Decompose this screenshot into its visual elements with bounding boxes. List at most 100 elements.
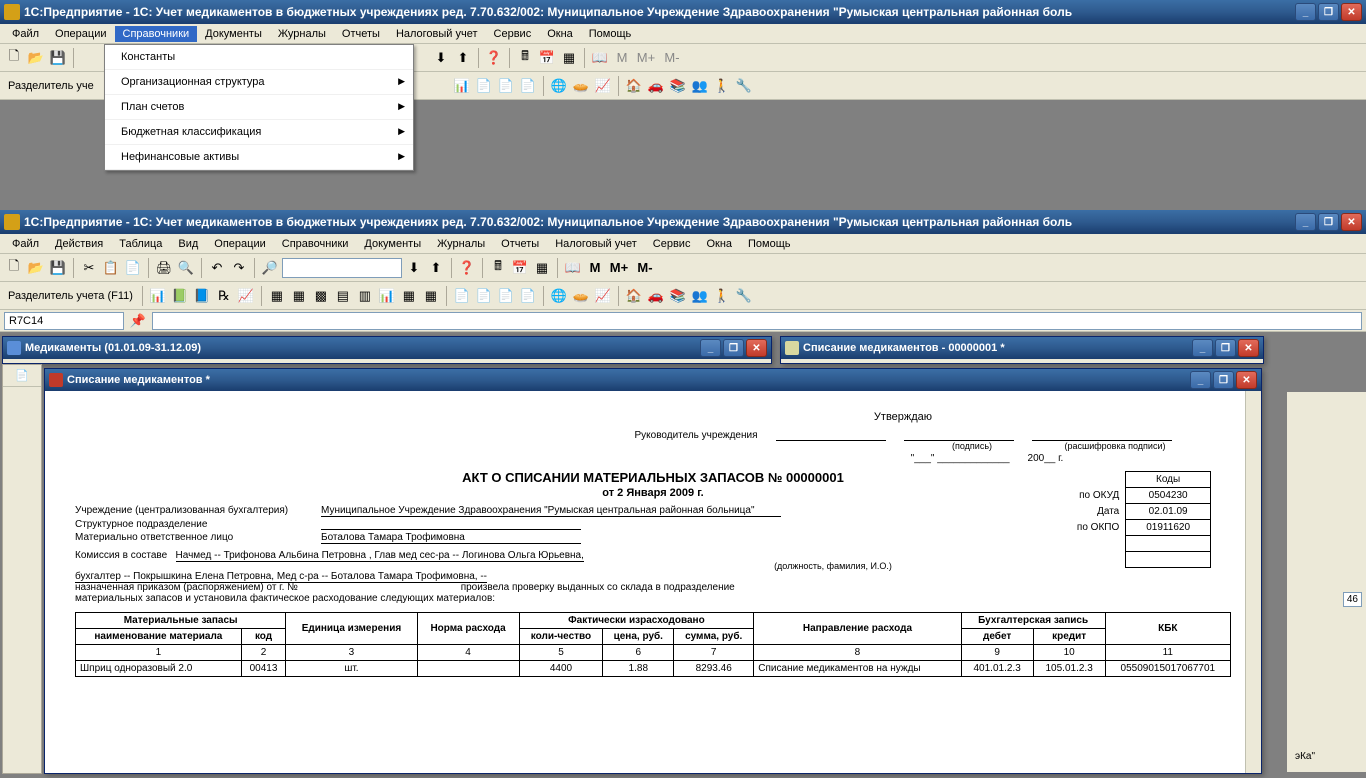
car-icon[interactable]: 🚗 <box>646 76 666 96</box>
mplus-button[interactable]: М+ <box>607 258 631 278</box>
tb-icon[interactable]: 📗 <box>170 286 190 306</box>
menu-journals[interactable]: Журналы <box>429 236 493 252</box>
tb-icon[interactable]: ▩ <box>311 286 331 306</box>
maximize-button[interactable]: ❐ <box>1215 339 1236 357</box>
tool-icon[interactable]: 🔧 <box>734 286 754 306</box>
arrow-up-icon[interactable]: ⬆ <box>453 48 473 68</box>
menu-spravochniki[interactable]: Справочники <box>115 26 198 42</box>
globe-icon[interactable]: 🌐 <box>549 286 569 306</box>
dropdown-orgstruct[interactable]: Организационная структура <box>105 70 413 95</box>
new-icon[interactable]: 🗋 <box>4 48 24 68</box>
cell-ref-input[interactable] <box>4 312 124 330</box>
tb-icon[interactable]: 📄 <box>496 76 516 96</box>
tb-icon[interactable]: 📄 <box>496 286 516 306</box>
scrollbar[interactable] <box>1245 391 1261 773</box>
menu-windows[interactable]: Окна <box>698 236 740 252</box>
maximize-button[interactable]: ❐ <box>1213 371 1234 389</box>
car-icon[interactable]: 🚗 <box>646 286 666 306</box>
help-icon[interactable]: ❓ <box>457 258 477 278</box>
tb-icon[interactable]: 📊 <box>377 286 397 306</box>
tb-icon[interactable]: 📄 <box>518 76 538 96</box>
tb-icon[interactable]: 📘 <box>192 286 212 306</box>
book-icon[interactable]: 📖 <box>590 48 610 68</box>
pie-icon[interactable]: 🥧 <box>571 286 591 306</box>
tb-icon[interactable]: ▤ <box>333 286 353 306</box>
globe-icon[interactable]: 🌐 <box>549 76 569 96</box>
dropdown-budget[interactable]: Бюджетная классификация <box>105 120 413 145</box>
people-icon[interactable]: 👥 <box>690 286 710 306</box>
calc-icon[interactable]: 🖩 <box>515 48 535 68</box>
menu-view[interactable]: Вид <box>170 236 206 252</box>
maximize-button[interactable]: ❐ <box>1318 213 1339 231</box>
tb-icon[interactable]: ℞ <box>214 286 234 306</box>
copy-icon[interactable]: 📋 <box>101 258 121 278</box>
calendar-icon[interactable]: 📅 <box>537 48 557 68</box>
m-button[interactable]: М <box>612 48 632 68</box>
pie-icon[interactable]: 🥧 <box>571 76 591 96</box>
open-icon[interactable]: 📂 <box>26 258 46 278</box>
menu-reports[interactable]: Отчеты <box>493 236 547 252</box>
house-icon[interactable]: 🏠 <box>624 76 644 96</box>
dropdown-constants[interactable]: Константы <box>105 45 413 70</box>
close-button[interactable]: ✕ <box>1238 339 1259 357</box>
tool-icon[interactable]: 🔧 <box>734 76 754 96</box>
preview-icon[interactable]: 🔍 <box>176 258 196 278</box>
calendar-icon[interactable]: 📅 <box>510 258 530 278</box>
menu-table[interactable]: Таблица <box>111 236 170 252</box>
tb-icon[interactable]: 📄 <box>518 286 538 306</box>
chart-icon[interactable]: 📈 <box>593 76 613 96</box>
dropdown-plan[interactable]: План счетов <box>105 95 413 120</box>
maximize-button[interactable]: ❐ <box>723 339 744 357</box>
menu-operations[interactable]: Операции <box>206 236 273 252</box>
menu-spravochniki[interactable]: Справочники <box>274 236 357 252</box>
book-icon[interactable]: 📖 <box>563 258 583 278</box>
menu-help[interactable]: Помощь <box>740 236 799 252</box>
tb-icon[interactable]: 📄 <box>474 76 494 96</box>
menu-windows[interactable]: Окна <box>539 26 581 42</box>
menu-documents[interactable]: Документы <box>356 236 429 252</box>
tb-icon[interactable]: 📈 <box>236 286 256 306</box>
strip-icon[interactable]: 📄 <box>3 365 41 387</box>
dropdown-nonfin[interactable]: Нефинансовые активы <box>105 145 413 170</box>
tb-icon[interactable]: 📄 <box>474 286 494 306</box>
close-button[interactable]: ✕ <box>1341 213 1362 231</box>
open-icon[interactable]: 📂 <box>26 48 46 68</box>
grid-icon[interactable]: ▦ <box>559 48 579 68</box>
person-icon[interactable]: 🚶 <box>712 286 732 306</box>
tb-icon[interactable]: ▦ <box>267 286 287 306</box>
mminus-button[interactable]: М- <box>660 48 684 68</box>
arrow-down-icon[interactable]: ⬇ <box>431 48 451 68</box>
paste-icon[interactable]: 📄 <box>123 258 143 278</box>
close-button[interactable]: ✕ <box>746 339 767 357</box>
menu-tax[interactable]: Налоговый учет <box>388 26 486 42</box>
search-input[interactable] <box>282 258 402 278</box>
menu-file[interactable]: Файл <box>4 26 47 42</box>
find-icon[interactable]: 🔎 <box>260 258 280 278</box>
cut-icon[interactable]: ✂ <box>79 258 99 278</box>
redo-icon[interactable]: ↷ <box>229 258 249 278</box>
pin-icon[interactable]: 📌 <box>128 311 148 331</box>
save-icon[interactable]: 💾 <box>48 48 68 68</box>
grid-icon[interactable]: ▦ <box>532 258 552 278</box>
print-icon[interactable]: 🖨 <box>154 258 174 278</box>
chart-icon[interactable]: 📈 <box>593 286 613 306</box>
menu-journals[interactable]: Журналы <box>270 26 334 42</box>
close-button[interactable]: ✕ <box>1341 3 1362 21</box>
menu-tax[interactable]: Налоговый учет <box>547 236 645 252</box>
minimize-button[interactable]: _ <box>1295 3 1316 21</box>
new-icon[interactable]: 🗋 <box>4 258 24 278</box>
house-icon[interactable]: 🏠 <box>624 286 644 306</box>
tb-icon[interactable]: ▦ <box>289 286 309 306</box>
minimize-button[interactable]: _ <box>1295 213 1316 231</box>
minimize-button[interactable]: _ <box>1190 371 1211 389</box>
formula-input[interactable] <box>152 312 1362 330</box>
minimize-button[interactable]: _ <box>1192 339 1213 357</box>
tb-icon[interactable]: 📄 <box>452 286 472 306</box>
help-icon[interactable]: ❓ <box>484 48 504 68</box>
maximize-button[interactable]: ❐ <box>1318 3 1339 21</box>
books-icon[interactable]: 📚 <box>668 286 688 306</box>
tb-icon[interactable]: 📊 <box>452 76 472 96</box>
menu-reports[interactable]: Отчеты <box>334 26 388 42</box>
menu-help[interactable]: Помощь <box>581 26 640 42</box>
mplus-button[interactable]: М+ <box>634 48 658 68</box>
